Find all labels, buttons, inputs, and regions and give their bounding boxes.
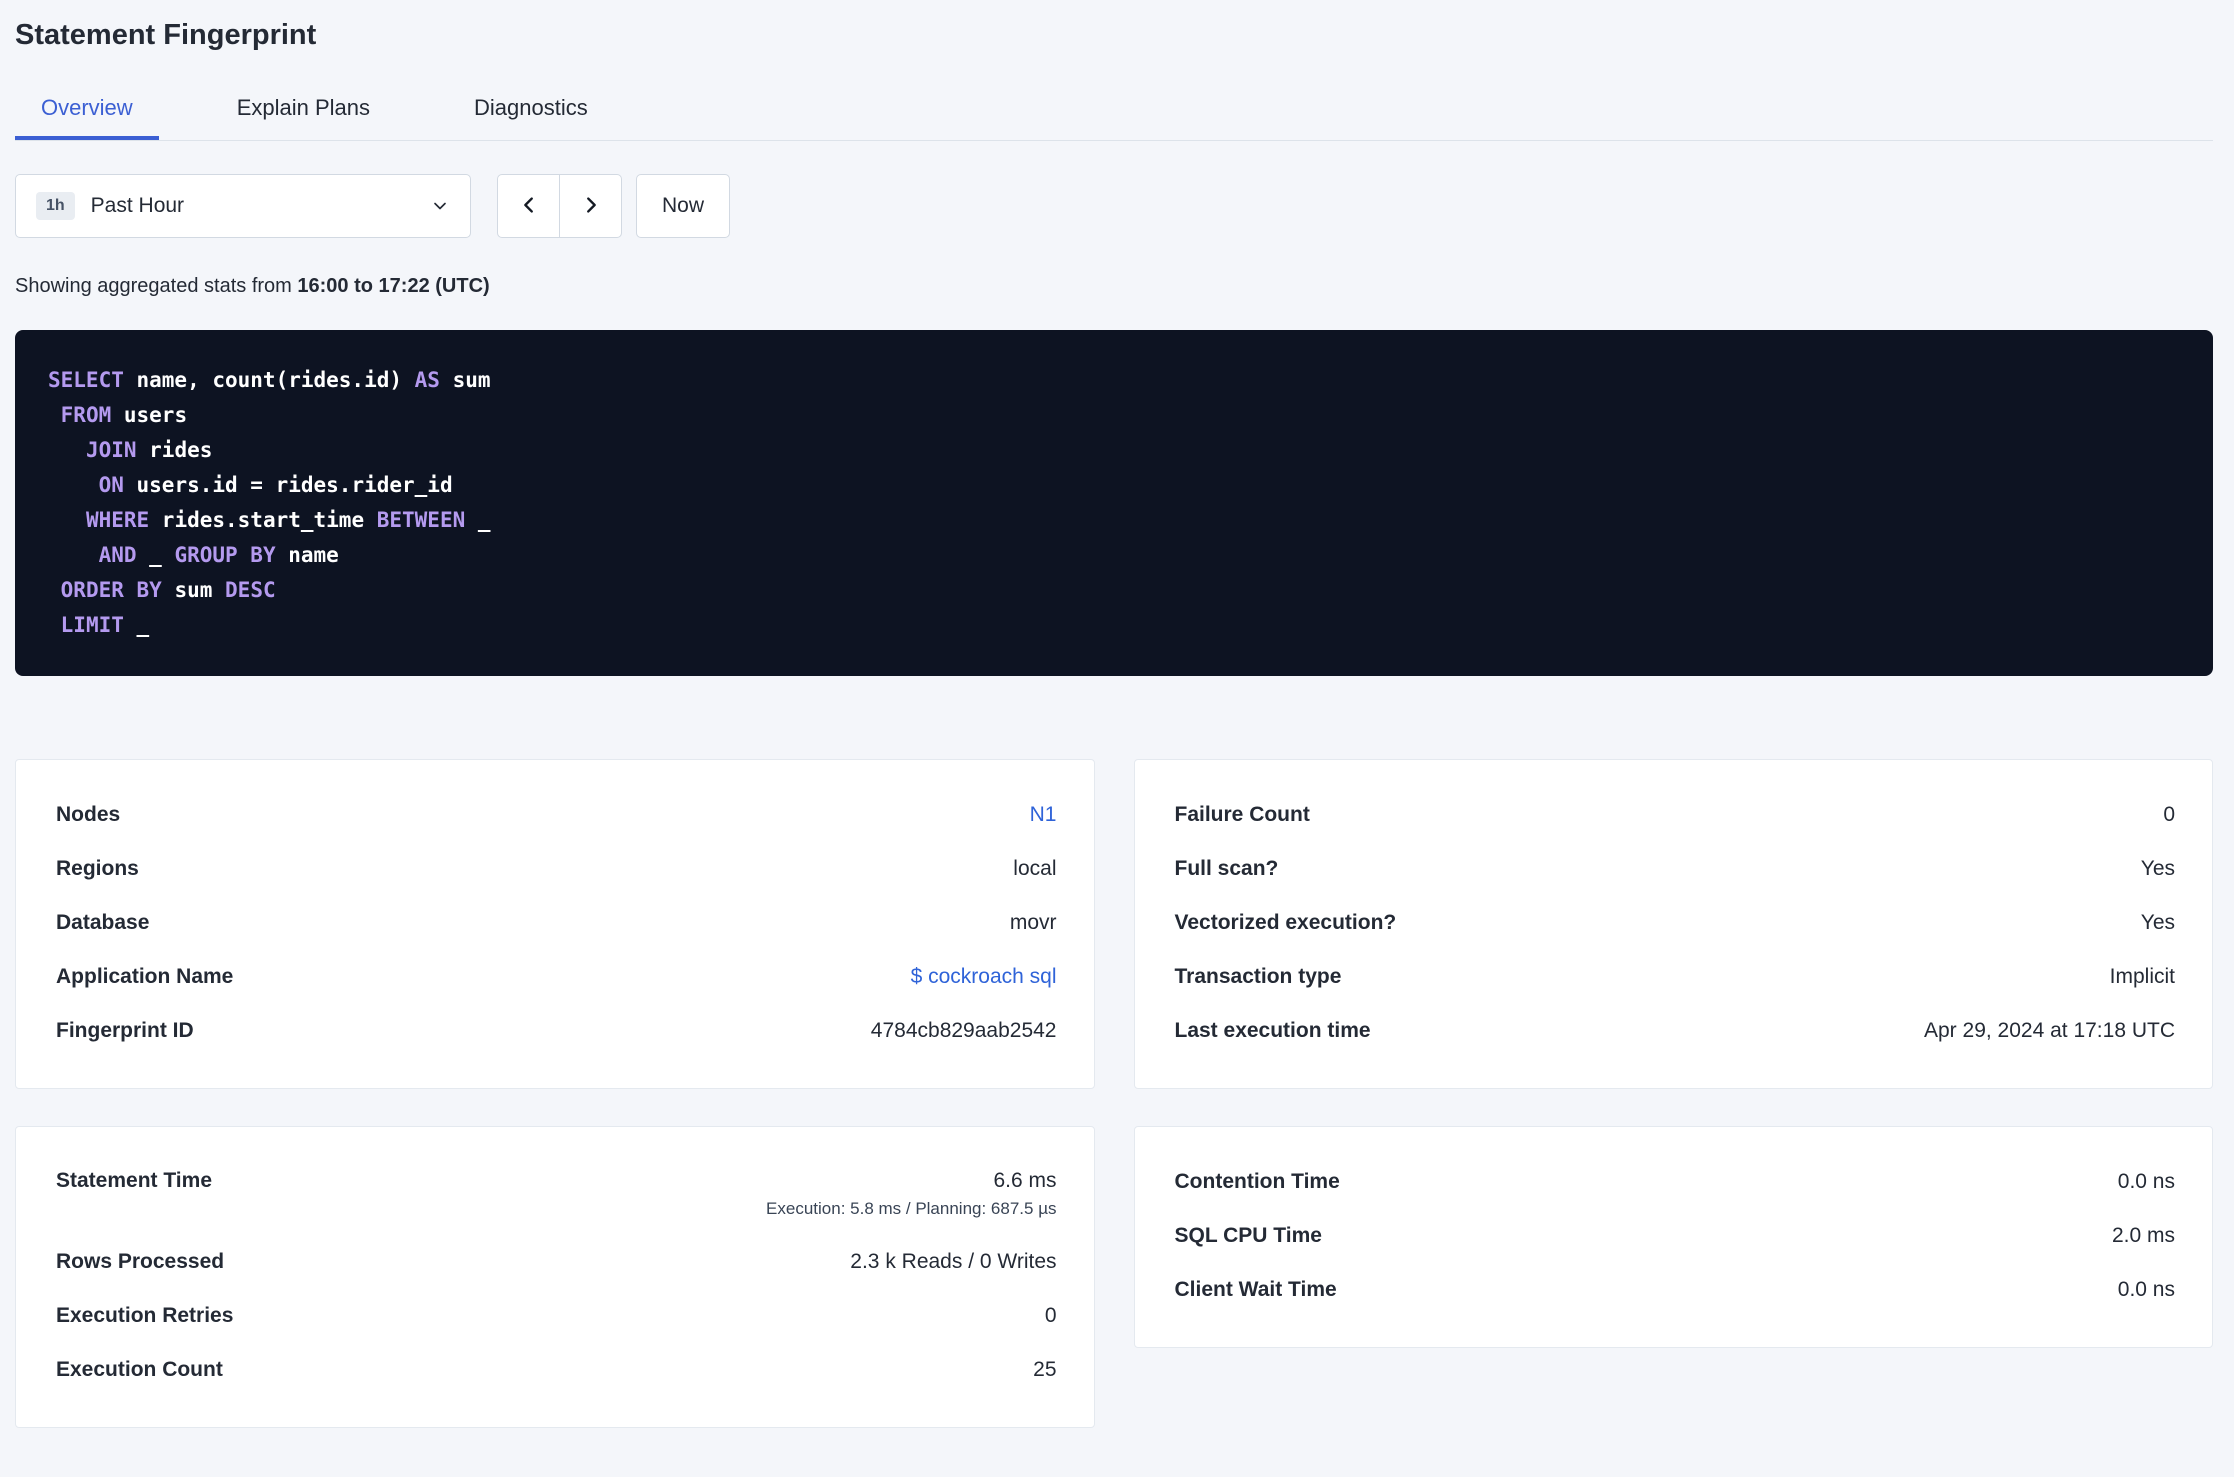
sql-cpu-time-row: SQL CPU Time 2.0 ms (1175, 1209, 2176, 1263)
next-interval-button[interactable] (559, 174, 622, 238)
chevron-down-icon (430, 196, 450, 216)
row-label: Database (56, 911, 150, 934)
row-value: 0 (2163, 803, 2175, 826)
row-value: Apr 29, 2024 at 17:18 UTC (1924, 1019, 2175, 1042)
contention-time-row: Contention Time 0.0 ns (1175, 1155, 2176, 1209)
tab-bar: Overview Explain Plans Diagnostics (15, 83, 2213, 141)
statement-time-row: Statement Time 6.6 ms Execution: 5.8 ms … (56, 1155, 1057, 1235)
row-label: Contention Time (1174, 1170, 1340, 1193)
stats-line-prefix: Showing aggregated stats from (15, 275, 298, 297)
row-value: Implicit (2109, 965, 2175, 988)
time-step-buttons (497, 174, 622, 238)
nodes-row: Nodes N1 (56, 788, 1057, 842)
row-label: Rows Processed (56, 1250, 225, 1273)
chevron-left-icon (518, 194, 540, 219)
row-value: 0.0 ns (2117, 1170, 2175, 1193)
chevron-right-icon (580, 194, 602, 219)
full-scan-row: Full scan? Yes (1175, 842, 2176, 896)
vectorized-execution-row: Vectorized execution? Yes (1175, 896, 2176, 950)
last-execution-time-row: Last execution time Apr 29, 2024 at 17:1… (1175, 1004, 2176, 1058)
previous-interval-button[interactable] (497, 174, 560, 238)
row-value: 25 (1033, 1358, 1057, 1381)
row-label: Failure Count (1174, 803, 1310, 826)
application-name-link[interactable]: $ cockroach sql (911, 965, 1057, 989)
statement-details-card: Nodes N1 Regions local Database movr App… (15, 759, 1095, 1089)
row-value: 4784cb829aab2542 (870, 1019, 1057, 1042)
row-label: Transaction type (1174, 965, 1342, 988)
fingerprint-id-row: Fingerprint ID 4784cb829aab2542 (56, 1004, 1057, 1058)
execution-retries-row: Execution Retries 0 (56, 1289, 1057, 1343)
page-title: Statement Fingerprint (15, 19, 317, 51)
statement-fingerprint-page: Statement Fingerprint Overview Explain P… (0, 19, 2234, 1428)
time-range-picker[interactable]: 1h Past Hour (15, 174, 471, 238)
row-label: Statement Time (56, 1169, 212, 1192)
row-label: Execution Retries (56, 1304, 234, 1327)
row-label: Vectorized execution? (1174, 911, 1397, 934)
application-name-row: Application Name $ cockroach sql (56, 950, 1057, 1004)
row-value: 0 (1044, 1304, 1057, 1327)
failure-count-row: Failure Count 0 (1175, 788, 2176, 842)
summary-cards: Nodes N1 Regions local Database movr App… (15, 759, 2213, 1428)
row-label: Regions (56, 857, 139, 880)
row-value: Yes (2140, 857, 2175, 880)
aggregated-stats-line: Showing aggregated stats from 16:00 to 1… (15, 275, 2213, 298)
database-row: Database movr (56, 896, 1057, 950)
row-label: Execution Count (56, 1358, 223, 1381)
tab-overview[interactable]: Overview (15, 83, 159, 140)
rows-processed-row: Rows Processed 2.3 k Reads / 0 Writes (56, 1235, 1057, 1289)
execution-count-row: Execution Count 25 (56, 1343, 1057, 1397)
row-value: 2.0 ms (2111, 1224, 2175, 1247)
row-value: 0.0 ns (2117, 1278, 2175, 1301)
row-value: 6.6 ms (993, 1169, 1057, 1192)
client-wait-time-row: Client Wait Time 0.0 ns (1175, 1263, 2176, 1317)
tab-explain-plans[interactable]: Explain Plans (211, 83, 396, 140)
wait-time-card: Contention Time 0.0 ns SQL CPU Time 2.0 … (1133, 1126, 2213, 1348)
row-value: Yes (2140, 911, 2175, 934)
nodes-link[interactable]: N1 (1030, 803, 1057, 827)
row-label: Client Wait Time (1174, 1278, 1337, 1301)
row-value: movr (1009, 911, 1057, 934)
row-label: SQL CPU Time (1174, 1224, 1322, 1247)
row-label: Fingerprint ID (56, 1019, 194, 1042)
sql-statement: SELECT name, count(rides.id) AS sum FROM… (15, 330, 2213, 676)
row-value: 2.3 k Reads / 0 Writes (850, 1250, 1057, 1273)
tab-diagnostics[interactable]: Diagnostics (448, 83, 614, 140)
execution-attributes-card: Failure Count 0 Full scan? Yes Vectorize… (1133, 759, 2213, 1089)
stats-line-range: 16:00 to 17:22 (UTC) (297, 275, 490, 297)
statement-time-values: 6.6 ms Execution: 5.8 ms / Planning: 687… (766, 1169, 1056, 1219)
time-controls: 1h Past Hour Now (15, 174, 2213, 238)
row-label: Last execution time (1174, 1019, 1371, 1042)
now-button[interactable]: Now (636, 174, 730, 238)
row-label: Nodes (56, 803, 121, 826)
statement-timing-card: Statement Time 6.6 ms Execution: 5.8 ms … (15, 1126, 1095, 1428)
row-value: local (1013, 857, 1057, 880)
row-label: Application Name (56, 965, 234, 988)
time-range-label: Past Hour (90, 194, 185, 217)
transaction-type-row: Transaction type Implicit (1175, 950, 2176, 1004)
time-range-badge: 1h (36, 192, 75, 220)
statement-time-breakdown: Execution: 5.8 ms / Planning: 687.5 µs (766, 1199, 1057, 1218)
regions-row: Regions local (56, 842, 1057, 896)
row-label: Full scan? (1174, 857, 1279, 880)
